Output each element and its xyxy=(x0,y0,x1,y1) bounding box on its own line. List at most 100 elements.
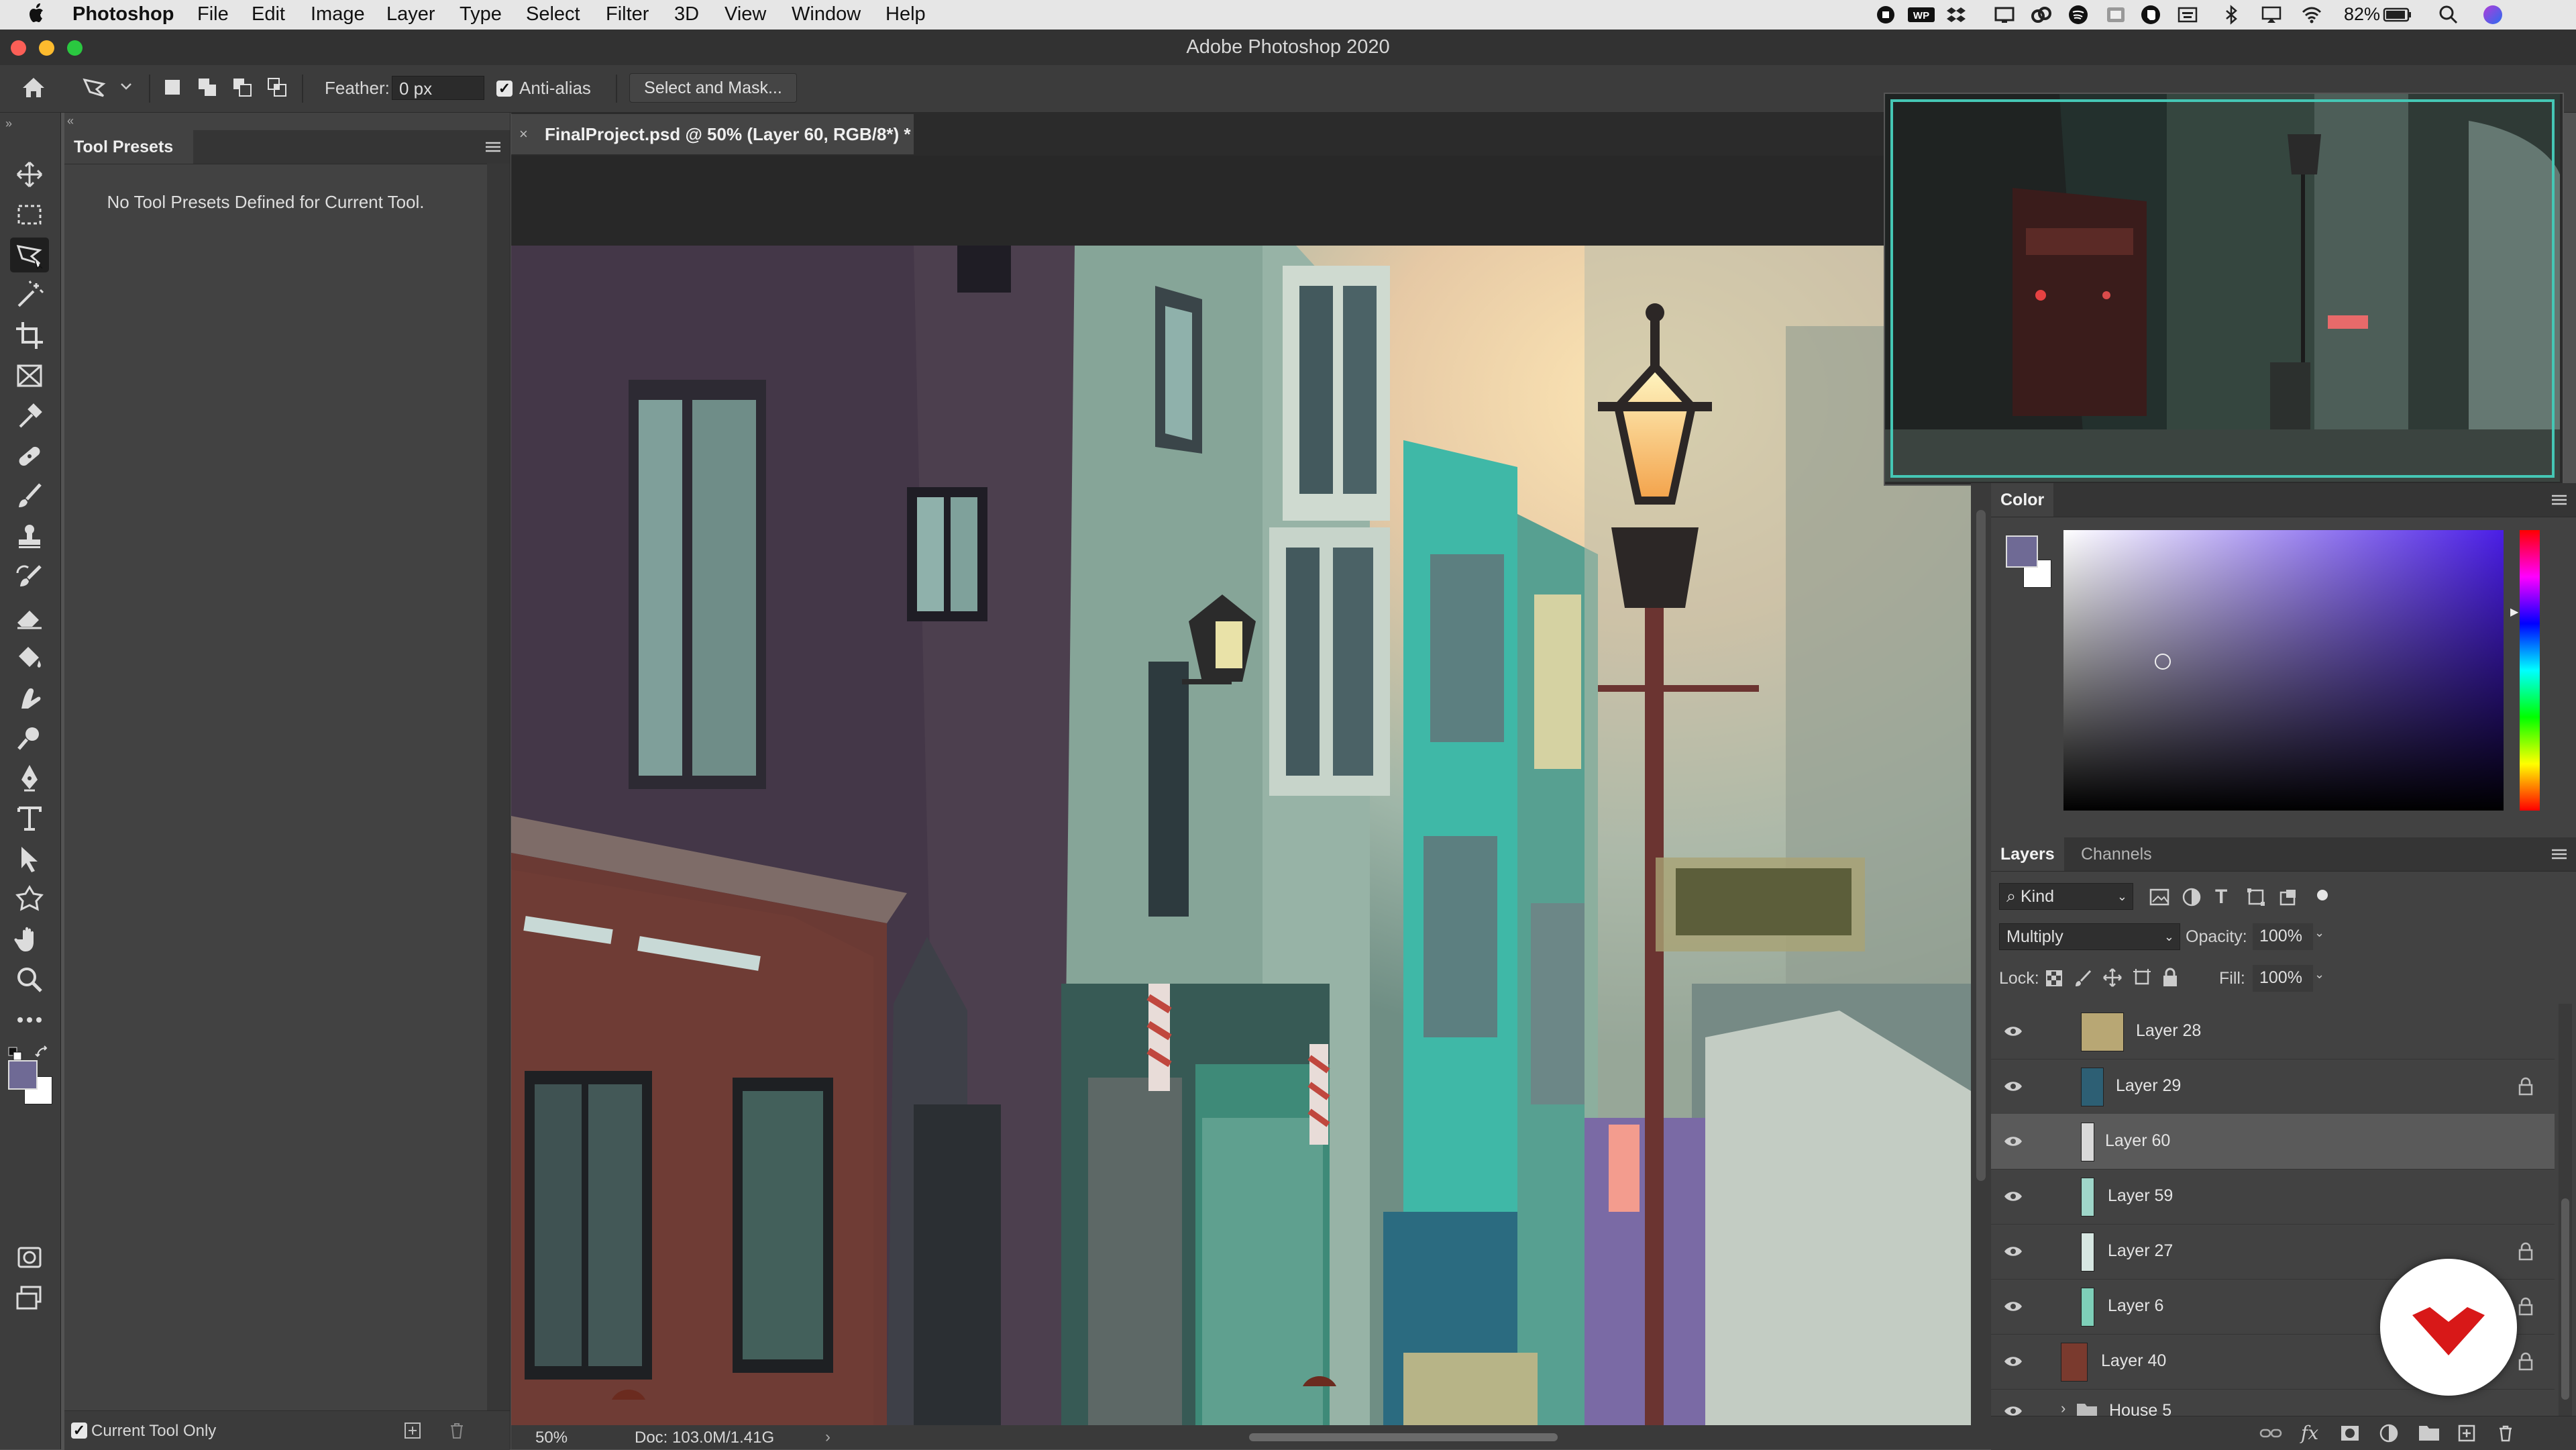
keyboard-icon[interactable] xyxy=(2177,4,2198,25)
delete-preset-icon[interactable] xyxy=(447,1420,467,1441)
crop-tool-icon[interactable] xyxy=(10,318,49,353)
new-selection-icon[interactable] xyxy=(162,77,182,97)
home-icon[interactable] xyxy=(20,74,47,101)
new-preset-icon[interactable] xyxy=(402,1420,423,1441)
layers-scrollbar[interactable] xyxy=(2559,1004,2572,1416)
filter-pixel-icon[interactable] xyxy=(2149,888,2169,906)
menu-window[interactable]: Window xyxy=(792,3,861,25)
menu-layer[interactable]: Layer xyxy=(386,3,435,25)
tab-tool-presets[interactable]: Tool Presets xyxy=(64,130,194,164)
menu-filter[interactable]: Filter xyxy=(606,3,649,25)
filter-adjustment-icon[interactable] xyxy=(2182,887,2202,907)
tab-layers[interactable]: Layers xyxy=(1991,837,2064,871)
evernote-icon[interactable] xyxy=(2140,4,2161,25)
bluetooth-icon[interactable] xyxy=(2220,4,2242,25)
right-dock-scrollbar[interactable] xyxy=(1971,483,1991,1449)
presets-scrollbar[interactable] xyxy=(487,164,510,1410)
layer-style-fx-icon[interactable]: fx xyxy=(2301,1422,2318,1444)
default-colors-icon[interactable] xyxy=(8,1047,23,1061)
hue-slider[interactable] xyxy=(2520,530,2540,811)
record-icon[interactable] xyxy=(1875,4,1896,25)
visibility-eye-icon[interactable] xyxy=(2003,1076,2023,1096)
siri-icon[interactable] xyxy=(2482,4,2504,25)
dropbox-icon[interactable] xyxy=(1945,4,1967,25)
lasso-tool-icon[interactable] xyxy=(10,238,49,272)
dodge-tool-icon[interactable] xyxy=(10,721,49,756)
smudge-tool-icon[interactable] xyxy=(10,680,49,715)
airplay-icon[interactable] xyxy=(2261,4,2282,25)
screen-icon[interactable] xyxy=(1994,4,2015,25)
eraser-tool-icon[interactable] xyxy=(10,600,49,635)
marquee-tool-icon[interactable] xyxy=(10,197,49,232)
type-tool-icon[interactable] xyxy=(10,801,49,836)
foreground-color-swatch[interactable] xyxy=(8,1060,38,1090)
brush-tool-icon[interactable] xyxy=(10,479,49,514)
collapse-toolbar-icon[interactable]: » xyxy=(5,117,12,131)
app-menu[interactable]: Photoshop xyxy=(72,3,174,25)
edit-toolbar-icon[interactable] xyxy=(10,1002,49,1037)
visibility-eye-icon[interactable] xyxy=(2003,1241,2023,1261)
visibility-eye-icon[interactable] xyxy=(2003,1401,2023,1416)
layer-row[interactable]: Layer 29 xyxy=(1991,1059,2555,1115)
document-tab[interactable]: × FinalProject.psd @ 50% (Layer 60, RGB/… xyxy=(511,114,914,154)
layer-row[interactable]: Layer 28 xyxy=(1991,1004,2555,1059)
spotify-icon[interactable] xyxy=(2068,4,2089,25)
quick-mask-icon[interactable] xyxy=(10,1240,49,1275)
lock-pixels-icon[interactable] xyxy=(2074,969,2093,988)
menu-type[interactable]: Type xyxy=(460,3,502,25)
color-picker-field[interactable] xyxy=(2063,530,2504,811)
hue-slider-handle[interactable]: ▶ xyxy=(2510,605,2518,619)
pen-tool-icon[interactable] xyxy=(10,761,49,796)
menu-select[interactable]: Select xyxy=(526,3,580,25)
new-adjustment-layer-icon[interactable] xyxy=(2379,1423,2399,1443)
filter-kind-select[interactable]: ⌕ Kind ⌄ xyxy=(1999,883,2133,910)
battery-icon[interactable] xyxy=(2383,4,2412,25)
feather-input[interactable]: 0 px xyxy=(392,76,484,100)
menu-image[interactable]: Image xyxy=(311,3,365,25)
visibility-eye-icon[interactable] xyxy=(2003,1296,2023,1316)
current-tool-only-checkbox[interactable]: ✓ xyxy=(71,1422,87,1439)
visibility-eye-icon[interactable] xyxy=(2003,1186,2023,1206)
custom-shape-tool-icon[interactable] xyxy=(10,882,49,917)
floating-logo-badge[interactable] xyxy=(2380,1259,2517,1396)
swap-colors-icon[interactable] xyxy=(35,1045,50,1060)
collapse-panel-icon[interactable]: « xyxy=(67,114,74,128)
polygonal-lasso-icon[interactable] xyxy=(79,72,111,104)
menu-edit[interactable]: Edit xyxy=(252,3,285,25)
move-tool-icon[interactable] xyxy=(10,157,49,192)
add-to-selection-icon[interactable] xyxy=(197,77,217,97)
layer-row-selected[interactable]: Layer 60 xyxy=(1991,1114,2555,1170)
color-panel-menu-icon[interactable] xyxy=(2551,493,2568,507)
add-mask-icon[interactable] xyxy=(2340,1423,2360,1443)
history-brush-tool-icon[interactable] xyxy=(10,560,49,594)
opacity-chevron-icon[interactable]: ⌄ xyxy=(2314,926,2324,940)
fill-input[interactable]: 100% xyxy=(2253,965,2313,992)
healing-brush-tool-icon[interactable] xyxy=(10,439,49,474)
visibility-eye-icon[interactable] xyxy=(2003,1131,2023,1151)
path-selection-tool-icon[interactable] xyxy=(10,841,49,876)
menu-3d[interactable]: 3D xyxy=(674,3,699,25)
filter-shape-icon[interactable] xyxy=(2246,887,2266,907)
canvas-artwork[interactable] xyxy=(511,246,1971,1425)
visibility-eye-icon[interactable] xyxy=(2003,1021,2023,1041)
anti-alias-checkbox[interactable]: ✓ xyxy=(496,81,513,97)
zoom-tool-icon[interactable] xyxy=(10,962,49,997)
close-document-icon[interactable]: × xyxy=(519,114,528,154)
select-and-mask-button[interactable]: Select and Mask... xyxy=(629,73,797,103)
new-layer-icon[interactable] xyxy=(2457,1423,2477,1443)
zoom-level[interactable]: 50% xyxy=(535,1429,568,1447)
navigator-preview[interactable] xyxy=(1884,93,2564,486)
search-icon[interactable] xyxy=(2438,4,2459,25)
horizontal-scrollbar[interactable] xyxy=(1249,1433,1558,1441)
blend-mode-select[interactable]: Multiply ⌄ xyxy=(1999,923,2180,950)
tool-preset-chevron-icon[interactable] xyxy=(119,80,133,93)
wifi-icon[interactable] xyxy=(2301,4,2322,25)
lock-artboard-icon[interactable] xyxy=(2132,968,2152,988)
link-layers-icon[interactable] xyxy=(2259,1425,2282,1442)
menu-help[interactable]: Help xyxy=(885,3,926,25)
tab-channels[interactable]: Channels xyxy=(2072,837,2161,871)
menu-view[interactable]: View xyxy=(724,3,766,25)
panel-menu-icon[interactable] xyxy=(484,140,502,154)
new-group-icon[interactable] xyxy=(2418,1423,2440,1442)
filter-type-icon[interactable]: T xyxy=(2215,886,2227,909)
